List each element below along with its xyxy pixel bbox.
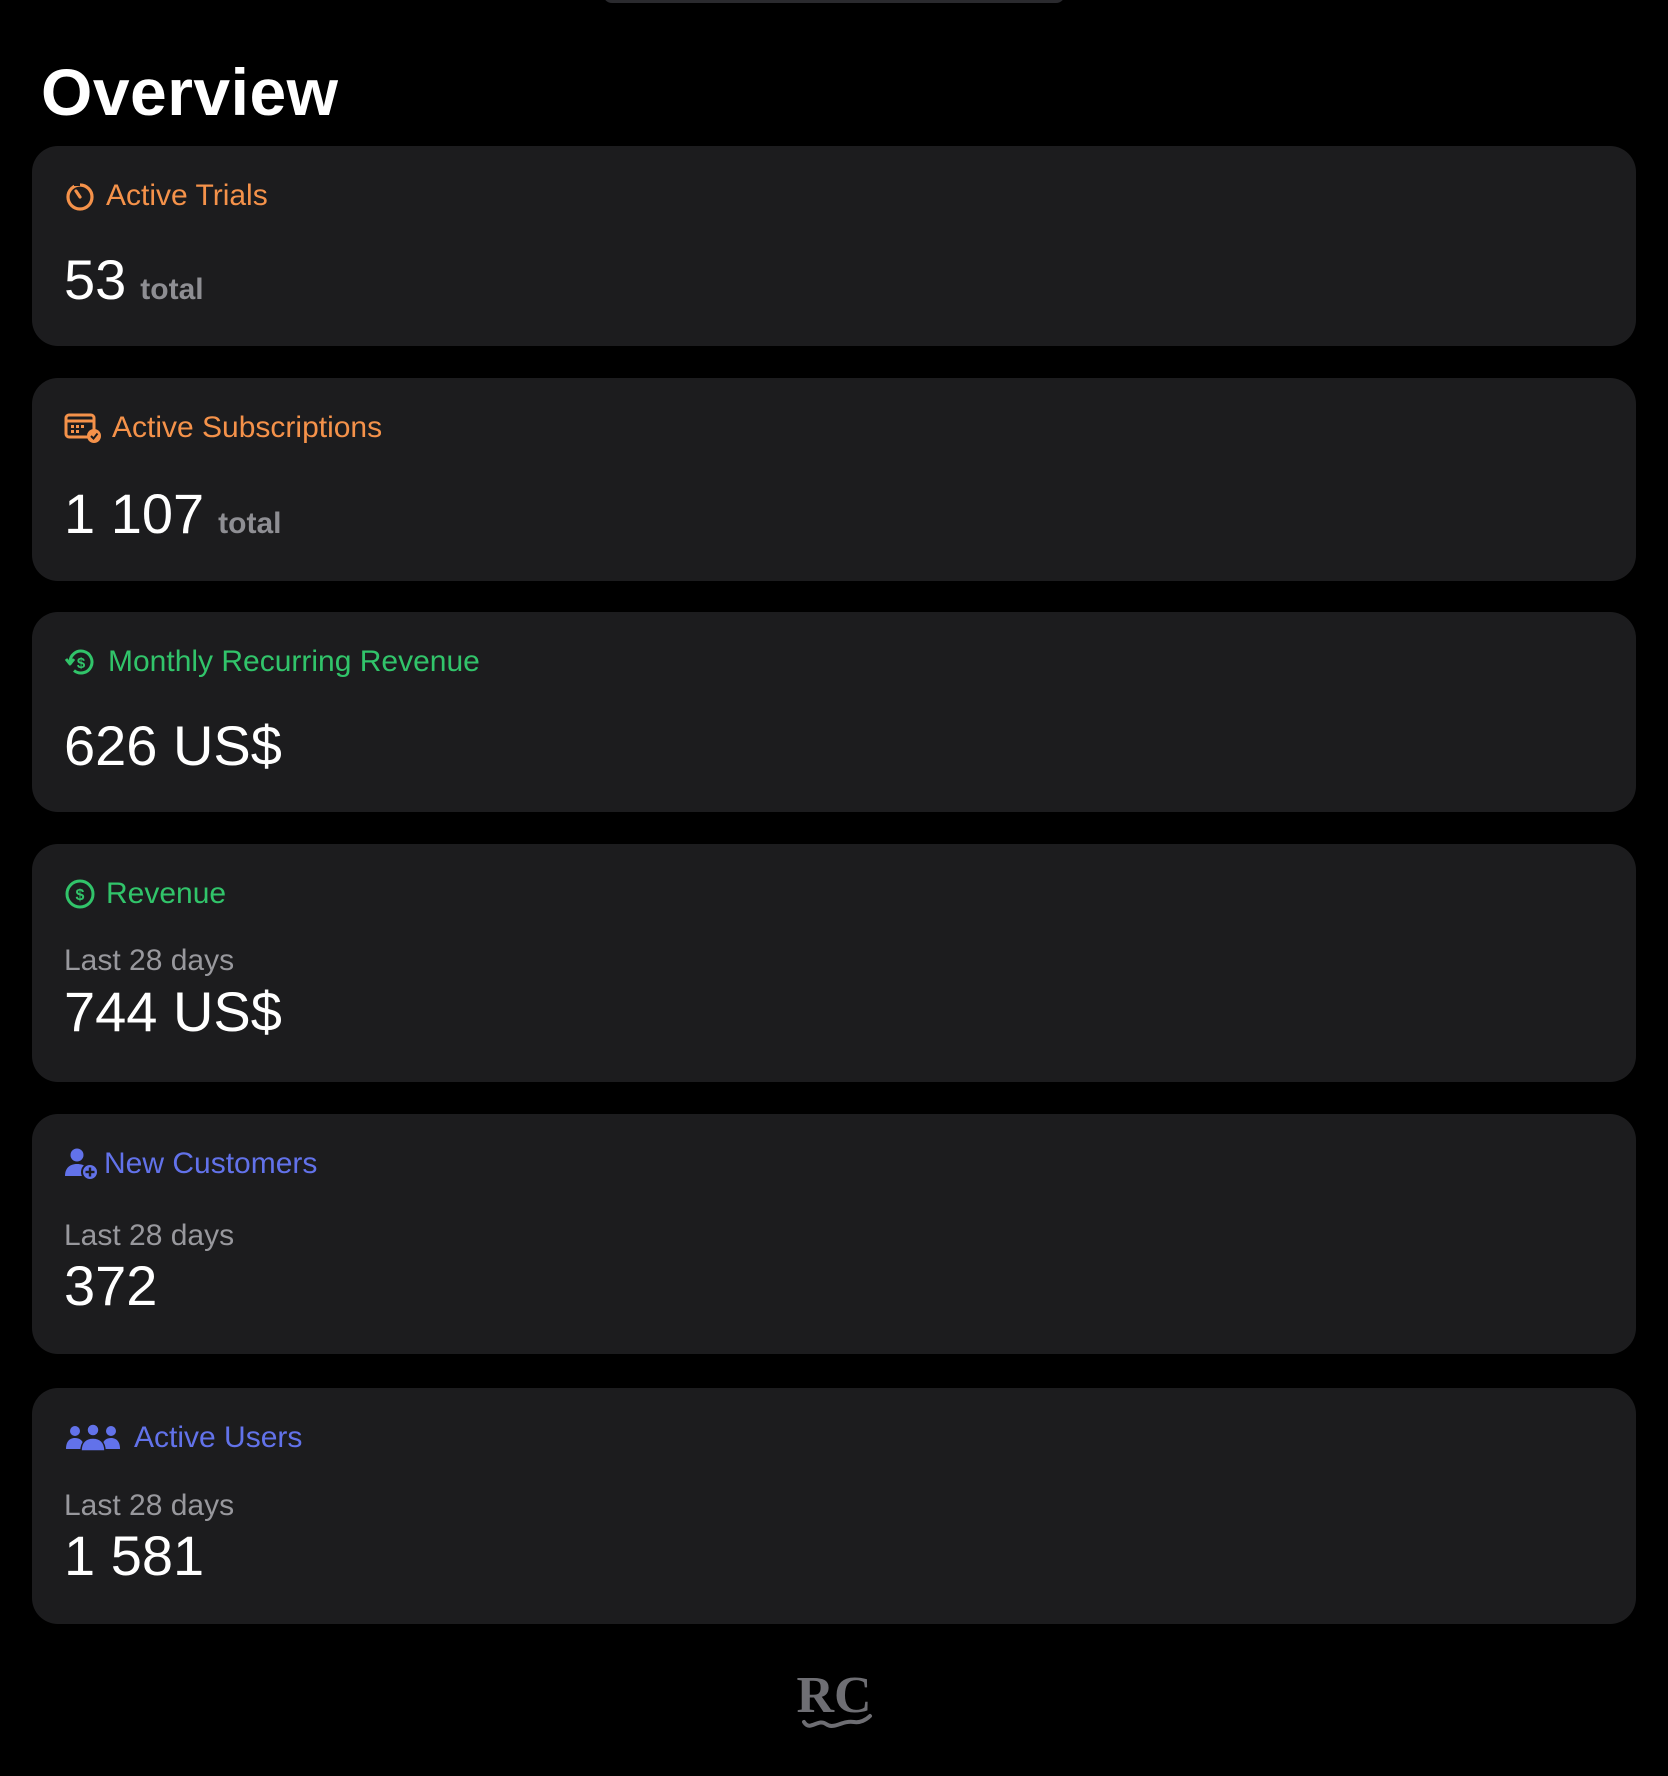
new-customers-card[interactable]: New Customers Last 28 days 372 — [32, 1114, 1636, 1354]
dollar-circle-icon: $ — [64, 878, 96, 910]
metric-value: 53 — [64, 248, 127, 311]
card-header: $ Revenue — [64, 874, 226, 914]
card-header: $ Monthly Recurring Revenue — [64, 642, 480, 682]
card-header: New Customers — [64, 1144, 317, 1184]
svg-text:$: $ — [76, 887, 85, 904]
card-header: Active Trials — [64, 176, 268, 216]
metric-value: 626 US$ — [64, 714, 282, 777]
card-header: Active Users — [64, 1418, 302, 1458]
card-header: Active Subscriptions — [64, 408, 382, 448]
card-title: Monthly Recurring Revenue — [108, 645, 480, 678]
card-title: Revenue — [106, 877, 227, 910]
active-trials-card[interactable]: Active Trials 53 total — [32, 146, 1636, 346]
card-title: Active Users — [134, 1421, 303, 1454]
card-title: Active Subscriptions — [112, 411, 383, 444]
svg-text:$: $ — [77, 655, 86, 672]
metric-unit: total — [140, 273, 204, 306]
monthly-recurring-revenue-card[interactable]: $ Monthly Recurring Revenue 626 US$ — [32, 612, 1636, 812]
recurring-dollar-icon: $ — [64, 645, 98, 679]
revenue-card[interactable]: $ Revenue Last 28 days 744 US$ — [32, 844, 1636, 1082]
metric-row: 744 US$ — [64, 980, 282, 1044]
subscriptions-calendar-icon — [64, 412, 102, 444]
metric-period: Last 28 days — [64, 944, 235, 977]
card-title: Active Trials — [106, 179, 268, 212]
metric-value: 1 107 — [64, 482, 205, 545]
page-title: Overview — [41, 55, 339, 129]
metric-value: 744 US$ — [64, 980, 282, 1043]
metric-value: 1 581 — [64, 1524, 205, 1587]
metric-row: 626 US$ — [64, 714, 282, 778]
metric-unit: total — [218, 507, 282, 540]
active-subscriptions-card[interactable]: Active Subscriptions 1 107 total — [32, 378, 1636, 581]
active-users-card[interactable]: Active Users Last 28 days 1 581 — [32, 1388, 1636, 1624]
top-handle — [603, 0, 1065, 3]
metric-row: 1 581 — [64, 1524, 204, 1588]
metric-value: 372 — [64, 1254, 158, 1317]
person-add-icon — [64, 1147, 100, 1181]
metric-period: Last 28 days — [64, 1489, 235, 1522]
revenuecat-logo-icon: RC — [796, 1660, 876, 1740]
metric-row: 372 — [64, 1254, 157, 1318]
metric-row: 53 total — [64, 248, 204, 312]
timer-icon — [64, 180, 96, 212]
people-group-icon — [64, 1423, 122, 1453]
logo-text: RC — [796, 1667, 871, 1724]
metric-row: 1 107 total — [64, 482, 281, 546]
card-title: New Customers — [104, 1147, 318, 1180]
metric-period: Last 28 days — [64, 1219, 235, 1252]
